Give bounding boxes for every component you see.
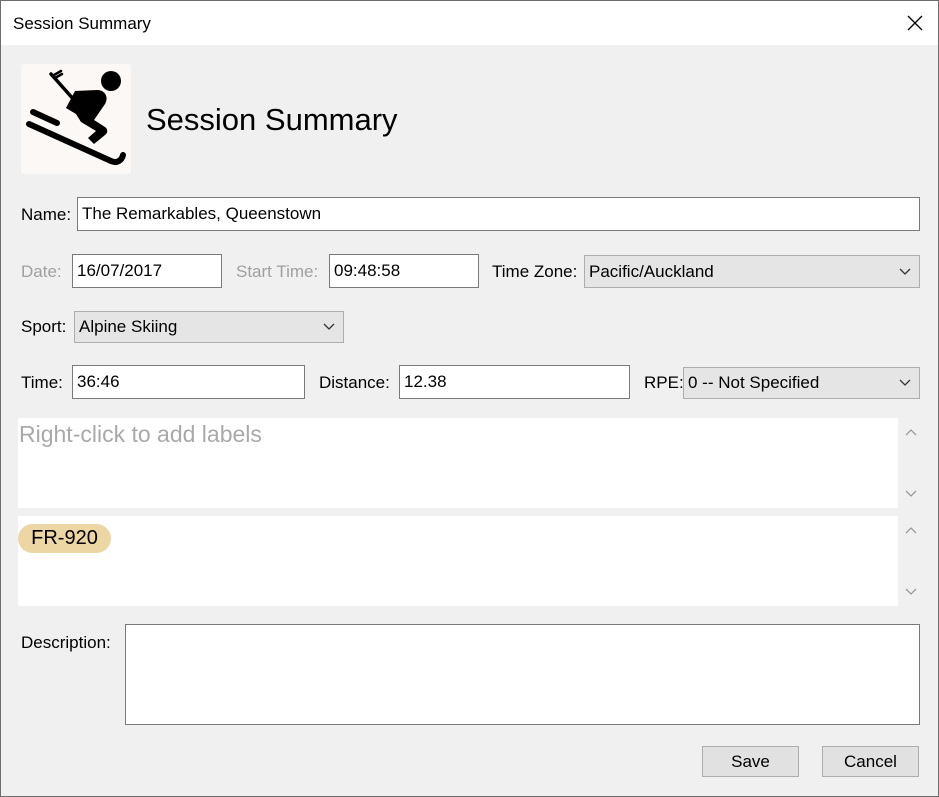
chevron-down-icon	[899, 268, 911, 275]
scroll-down-icon[interactable]	[905, 490, 917, 498]
sport-label: Sport:	[21, 317, 67, 336]
cancel-button[interactable]: Cancel	[822, 746, 919, 777]
start-time-label: Start Time:	[236, 262, 319, 281]
close-button[interactable]	[892, 1, 938, 45]
time-input[interactable]: 36:46	[72, 365, 305, 399]
date-input[interactable]: 16/07/2017	[72, 254, 222, 288]
description-label: Description:	[21, 633, 111, 652]
timezone-label: Time Zone:	[492, 262, 578, 281]
title-bar: Session Summary	[1, 1, 938, 45]
timezone-value: Pacific/Auckland	[589, 261, 714, 281]
date-label: Date:	[21, 262, 62, 281]
skier-icon	[26, 69, 126, 166]
sport-value: Alpine Skiing	[79, 317, 178, 336]
distance-input[interactable]: 12.38	[399, 365, 630, 399]
close-icon	[907, 15, 923, 31]
page-title: Session Summary	[146, 102, 398, 137]
chevron-down-icon	[899, 379, 911, 386]
sport-select[interactable]: Alpine Skiing	[74, 311, 344, 343]
start-time-input[interactable]: 09:48:58	[329, 254, 479, 288]
rpe-select[interactable]: 0 -- Not Specified	[683, 367, 920, 399]
scroll-up-icon[interactable]	[905, 526, 917, 534]
equipment-chip[interactable]: FR-920	[18, 524, 111, 553]
name-label: Name:	[21, 205, 72, 224]
labels-placeholder: Right-click to add labels	[19, 421, 262, 447]
scroll-down-icon[interactable]	[905, 588, 917, 596]
rpe-value: 0 -- Not Specified	[688, 373, 820, 392]
name-input[interactable]: The Remarkables, Queenstown	[77, 197, 920, 231]
rpe-label: RPE:	[644, 373, 684, 392]
equipment-area[interactable]: FR-920	[18, 516, 898, 606]
chevron-down-icon	[323, 323, 335, 330]
timezone-select[interactable]: Pacific/Auckland	[584, 255, 920, 288]
session-summary-dialog: Session Summary Session Summary Name: Th…	[0, 0, 939, 797]
labels-area[interactable]: Right-click to add labels	[18, 418, 898, 508]
description-textarea[interactable]	[125, 624, 920, 725]
save-button[interactable]: Save	[702, 746, 799, 777]
distance-label: Distance:	[319, 373, 390, 392]
window-title: Session Summary	[13, 14, 151, 33]
time-label: Time:	[21, 373, 63, 392]
sport-image	[21, 64, 131, 174]
scroll-up-icon[interactable]	[905, 428, 917, 436]
